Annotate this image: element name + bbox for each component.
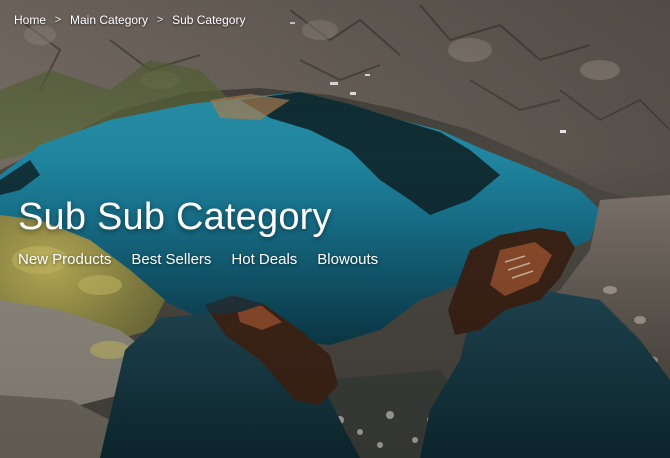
subnav-best-sellers-link[interactable]: Best Sellers bbox=[131, 250, 211, 270]
subnav-hot-deals-link[interactable]: Hot Deals bbox=[231, 250, 297, 270]
page-title: Sub Sub Category bbox=[18, 196, 332, 238]
breadcrumb: Home > Main Category > Sub Category bbox=[14, 11, 245, 29]
chevron-right-icon: > bbox=[156, 14, 164, 26]
breadcrumb-home-link[interactable]: Home bbox=[14, 11, 46, 29]
chevron-right-icon: > bbox=[54, 14, 62, 26]
breadcrumb-sub-category-link[interactable]: Sub Category bbox=[172, 11, 245, 29]
breadcrumb-main-category-link[interactable]: Main Category bbox=[70, 11, 148, 29]
category-subnav: New Products Best Sellers Hot Deals Blow… bbox=[18, 250, 378, 270]
subnav-new-products-link[interactable]: New Products bbox=[18, 250, 111, 270]
subnav-blowouts-link[interactable]: Blowouts bbox=[317, 250, 378, 270]
hero-banner: Home > Main Category > Sub Category Sub … bbox=[0, 0, 670, 458]
